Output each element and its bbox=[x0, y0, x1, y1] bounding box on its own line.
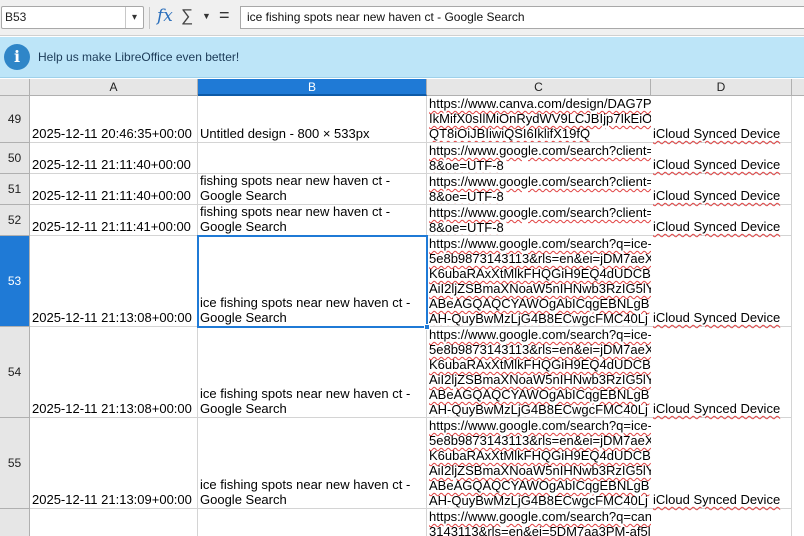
cell-text: iCloud Synced Device bbox=[653, 492, 781, 507]
cell-c[interactable]: https://www.google.com/search?client= 8&… bbox=[427, 174, 651, 205]
cell-b[interactable]: fishing spots near new haven ct - Google… bbox=[198, 205, 427, 236]
column-header-a[interactable]: A bbox=[30, 79, 198, 96]
toolbar-separator bbox=[149, 7, 150, 29]
cell-b[interactable]: Untitled design - 800 × 533px bbox=[198, 96, 427, 143]
cell-text: 2025-12-11 20:46:35+00:00 bbox=[32, 126, 192, 141]
cell-b[interactable] bbox=[198, 509, 427, 536]
cell-text: iCloud Synced Device bbox=[653, 188, 781, 203]
formula-bar: B53 ▾ fx ∑ ▼ = ice fishing spots near ne… bbox=[0, 0, 804, 36]
cell-text: https://www.google.com/search?q=can 3143… bbox=[429, 509, 651, 536]
cell-c[interactable]: https://www.google.com/search?client= 8&… bbox=[427, 143, 651, 174]
formula-input[interactable]: ice fishing spots near new haven ct - Go… bbox=[240, 6, 804, 29]
column-header-c[interactable]: C bbox=[427, 79, 651, 96]
cell-text: 2025-12-11 21:13:08+00:00 bbox=[32, 401, 192, 416]
select-all-corner[interactable] bbox=[0, 79, 30, 96]
cell-text: ice fishing spots near new haven ct - Go… bbox=[200, 386, 411, 416]
cell-text: 2025-12-11 21:13:08+00:00 bbox=[32, 310, 192, 325]
cell-c[interactable]: https://www.google.com/search?q=ice- 5e8… bbox=[427, 236, 651, 327]
cell-b[interactable]: ice fishing spots near new haven ct - Go… bbox=[198, 418, 427, 509]
cell-a[interactable]: 2025-12-11 21:11:41+00:00 bbox=[30, 205, 198, 236]
cell-text: fishing spots near new haven ct - Google… bbox=[200, 205, 391, 234]
sum-dropdown-icon[interactable]: ▼ bbox=[202, 11, 211, 21]
cell-d[interactable]: iCloud Synced Device bbox=[651, 205, 792, 236]
cell-text: iCloud Synced Device bbox=[653, 401, 781, 416]
cell-c[interactable]: https://www.google.com/search?client= 8&… bbox=[427, 205, 651, 236]
cell-d[interactable]: iCloud Synced Device bbox=[651, 327, 792, 418]
info-icon: i bbox=[4, 44, 30, 70]
cell-a[interactable]: 2025-12-11 21:11:40+00:00 bbox=[30, 174, 198, 205]
name-box[interactable]: B53 ▾ bbox=[1, 6, 144, 29]
column-header-b[interactable]: B bbox=[198, 79, 427, 96]
cell-d[interactable]: iCloud Synced Device bbox=[651, 174, 792, 205]
cell-text: https://www.google.com/search?client= 8&… bbox=[429, 174, 651, 204]
function-wizard-icon[interactable]: fx bbox=[157, 6, 173, 26]
cell-text: https://www.google.com/search?q=ice- 5e8… bbox=[429, 236, 651, 326]
row-header[interactable]: 53 bbox=[0, 236, 30, 327]
cell-d[interactable]: iCloud Synced Device bbox=[651, 143, 792, 174]
cell-text: ice fishing spots near new haven ct - Go… bbox=[200, 477, 411, 507]
cell-text: Untitled design - 800 × 533px bbox=[200, 126, 370, 141]
row-header[interactable]: 52 bbox=[0, 205, 30, 236]
cell-b[interactable]: ice fishing spots near new haven ct - Go… bbox=[198, 327, 427, 418]
fill-handle[interactable] bbox=[424, 324, 430, 330]
column-header-next[interactable] bbox=[792, 79, 804, 96]
cell-d[interactable] bbox=[651, 509, 792, 536]
cell-text: https://www.canva.com/design/DAG7P IkMif… bbox=[429, 96, 651, 141]
cell-text: 2025-12-11 21:13:09+00:00 bbox=[32, 492, 192, 507]
infobar: i Help us make LibreOffice even better! bbox=[0, 37, 804, 78]
row-header[interactable]: 49 bbox=[0, 96, 30, 143]
cell-a[interactable]: 2025-12-11 20:46:35+00:00 bbox=[30, 96, 198, 143]
row-header[interactable]: 54 bbox=[0, 327, 30, 418]
cell-text: fishing spots near new haven ct - Google… bbox=[200, 174, 391, 203]
cell-text: iCloud Synced Device bbox=[653, 157, 781, 172]
cell-text: https://www.google.com/search?q=ice- 5e8… bbox=[429, 327, 651, 417]
cell-text: https://www.google.com/search?client= 8&… bbox=[429, 205, 651, 235]
infobar-message: Help us make LibreOffice even better! bbox=[38, 50, 240, 64]
cell-c[interactable]: https://www.google.com/search?q=can 3143… bbox=[427, 509, 651, 536]
cell-text: iCloud Synced Device bbox=[653, 126, 781, 141]
cell-text: 2025-12-11 21:11:40+00:00 bbox=[32, 157, 191, 172]
cell-a[interactable]: 2025-12-11 21:13:09+00:00 bbox=[30, 418, 198, 509]
cell-b[interactable]: ice fishing spots near new haven ct - Go… bbox=[198, 236, 427, 327]
column-header-d[interactable]: D bbox=[651, 79, 792, 96]
cell-a[interactable]: 2025-12-11 21:13:08+00:00 bbox=[30, 236, 198, 327]
formula-equals-icon[interactable]: = bbox=[219, 5, 230, 26]
formula-input-text[interactable]: ice fishing spots near new haven ct - Go… bbox=[247, 10, 525, 24]
cell-text: 2025-12-11 21:11:41+00:00 bbox=[32, 219, 191, 234]
row-header[interactable]: 55 bbox=[0, 418, 30, 509]
cell-d[interactable]: iCloud Synced Device bbox=[651, 418, 792, 509]
chevron-down-icon[interactable]: ▾ bbox=[125, 7, 143, 28]
row-header[interactable]: 51 bbox=[0, 174, 30, 205]
cell-text: iCloud Synced Device bbox=[653, 219, 781, 234]
cell-text: https://www.google.com/search?client= 8&… bbox=[429, 143, 651, 173]
row-header[interactable] bbox=[0, 509, 30, 536]
cell-b[interactable]: fishing spots near new haven ct - Google… bbox=[198, 174, 427, 205]
cell-a[interactable]: 2025-12-11 21:11:40+00:00 bbox=[30, 143, 198, 174]
cell-b[interactable] bbox=[198, 143, 427, 174]
cell-c[interactable]: https://www.google.com/search?q=ice- 5e8… bbox=[427, 327, 651, 418]
name-box-value[interactable]: B53 bbox=[5, 10, 26, 24]
cell-a[interactable]: 2025-12-11 21:13:08+00:00 bbox=[30, 327, 198, 418]
cell-d[interactable]: iCloud Synced Device bbox=[651, 236, 792, 327]
cell-text: ice fishing spots near new haven ct - Go… bbox=[200, 295, 411, 325]
cell-text: 2025-12-11 21:11:40+00:00 bbox=[32, 188, 191, 203]
cell-text: iCloud Synced Device bbox=[653, 310, 781, 325]
cell-text: https://www.google.com/search?q=ice- 5e8… bbox=[429, 418, 651, 508]
spreadsheet-grid[interactable]: A B C D 49 2025-12-11 20:46:35+00:00 Untitled … bbox=[0, 79, 804, 536]
sum-icon[interactable]: ∑ bbox=[181, 6, 193, 26]
row-header[interactable]: 50 bbox=[0, 143, 30, 174]
cell-d[interactable]: iCloud Synced Device bbox=[651, 96, 792, 143]
cell-c[interactable]: https://www.canva.com/design/DAG7P IkMif… bbox=[427, 96, 651, 143]
cell-a[interactable] bbox=[30, 509, 198, 536]
cell-c[interactable]: https://www.google.com/search?q=ice- 5e8… bbox=[427, 418, 651, 509]
